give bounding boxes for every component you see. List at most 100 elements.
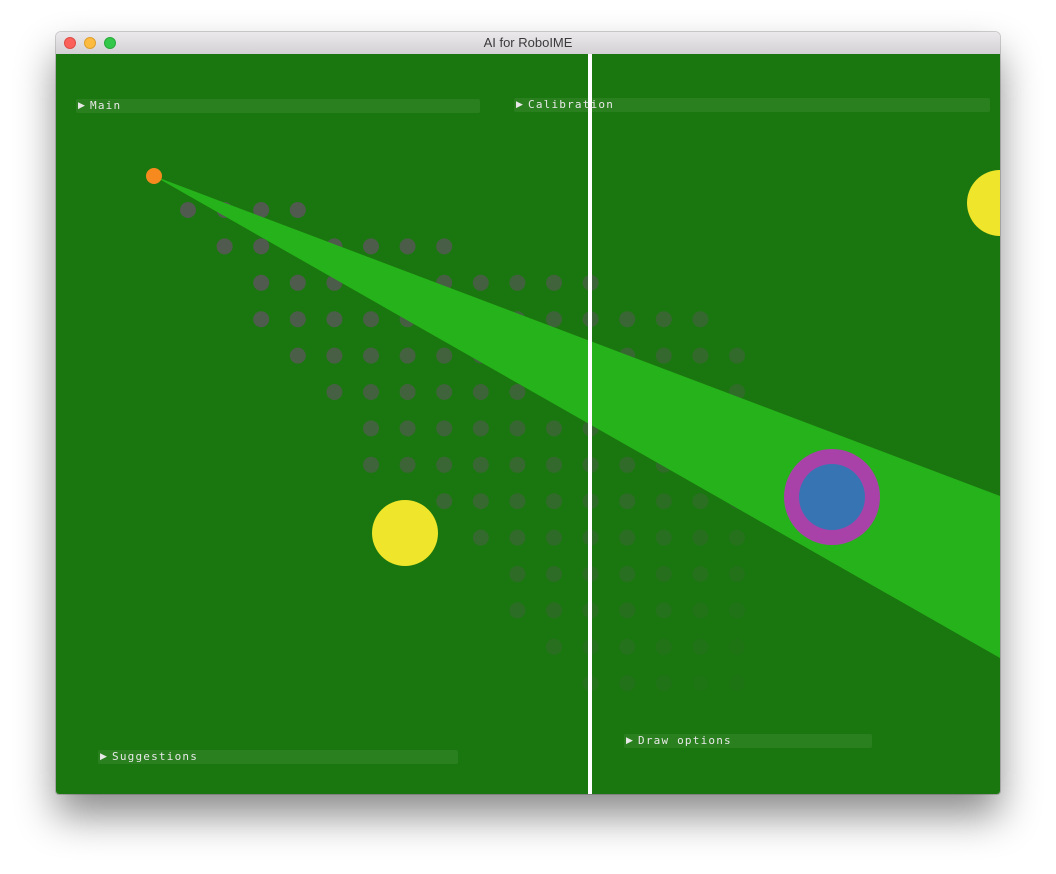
suggestion-grid-dot: [363, 420, 379, 437]
suggestion-grid-dot: [692, 311, 709, 328]
suggestion-grid-dot: [253, 238, 270, 255]
suggestion-grid-dot: [509, 493, 526, 510]
suggestion-grid-dot: [729, 675, 745, 692]
draw-options-panel-label: Draw options: [638, 734, 732, 747]
suggestion-grid-dot: [619, 311, 636, 328]
yellow-robot[interactable]: [372, 500, 438, 566]
suggestion-grid-dot: [326, 347, 343, 364]
suggestion-grid-dot: [692, 638, 709, 655]
suggestion-grid-dot: [655, 529, 672, 546]
suggestion-grid-dot: [472, 529, 489, 546]
suggestion-grid-dot: [436, 347, 453, 364]
suggestion-grid-dot: [619, 602, 636, 619]
suggestion-grid-dot: [655, 566, 672, 582]
suggestion-grid-dot: [655, 675, 672, 692]
suggestion-grid-dot: [253, 274, 270, 291]
suggestion-grid-dot: [472, 456, 489, 473]
suggestion-grid-dot: [655, 602, 672, 619]
suggestion-grid-dot: [436, 456, 453, 473]
suggestion-grid-dot: [399, 420, 416, 437]
suggestion-grid-dot: [546, 493, 562, 510]
suggestion-grid-dot: [289, 311, 306, 328]
suggestion-grid-dot: [655, 311, 672, 328]
suggestion-grid-dot: [729, 529, 745, 546]
suggestion-grid-dot: [180, 202, 196, 218]
suggestion-grid-dot: [692, 493, 709, 510]
main-panel-header[interactable]: ▶ Main: [76, 99, 480, 113]
suggestion-grid-dot: [436, 384, 453, 400]
suggestions-panel-header[interactable]: ▶ Suggestions: [98, 750, 458, 764]
suggestion-grid-dot: [619, 493, 636, 510]
field-svg: [56, 54, 1000, 794]
suggestion-grid-dot: [399, 238, 416, 255]
suggestion-grid-dot: [363, 238, 379, 255]
suggestion-grid-dot: [472, 493, 489, 510]
center-line: [588, 54, 592, 794]
suggestion-grid-dot: [363, 311, 379, 328]
suggestion-grid-dot: [509, 384, 526, 400]
suggestion-grid-dot: [655, 638, 672, 655]
suggestion-grid-dot: [729, 566, 745, 582]
expand-arrow-icon: ▶: [100, 752, 107, 762]
suggestion-grid-dot: [326, 384, 343, 400]
suggestion-grid-dot: [399, 456, 416, 473]
suggestion-grid-dot: [546, 602, 562, 619]
suggestion-grid-dot: [546, 274, 562, 291]
suggestion-grid-dot: [692, 566, 709, 582]
calibration-panel-label: Calibration: [528, 98, 615, 111]
calibration-panel-header[interactable]: ▶ Calibration: [514, 98, 990, 112]
suggestion-grid-dot: [546, 456, 562, 473]
suggestion-grid-dot: [363, 456, 379, 473]
title-bar[interactable]: AI for RoboIME: [56, 32, 1000, 55]
suggestion-grid-dot: [619, 456, 636, 473]
suggestion-grid-dot: [729, 347, 745, 364]
suggestion-grid-dot: [216, 238, 233, 255]
blue-robot[interactable]: [799, 464, 865, 530]
suggestion-grid-dot: [289, 274, 306, 291]
suggestion-grid-dot: [655, 347, 672, 364]
suggestion-grid-dot: [253, 311, 270, 328]
suggestion-grid-dot: [472, 384, 489, 400]
suggestion-grid-dot: [363, 384, 379, 400]
suggestion-grid-dot: [509, 456, 526, 473]
suggestion-grid-dot: [472, 274, 489, 291]
suggestion-grid-dot: [619, 675, 636, 692]
suggestion-grid-dot: [619, 529, 636, 546]
suggestion-grid-dot: [546, 529, 562, 546]
suggestion-grid-dot: [546, 566, 562, 582]
expand-arrow-icon: ▶: [516, 100, 523, 110]
suggestion-grid-dot: [729, 638, 745, 655]
app-window: AI for RoboIME ▶ Main ▶ Calibration ▶ Su…: [56, 32, 1000, 794]
suggestion-grid-dot: [692, 529, 709, 546]
suggestion-grid-dot: [436, 493, 453, 510]
window-title: AI for RoboIME: [483, 35, 573, 50]
suggestion-grid-dot: [509, 420, 526, 437]
suggestion-grid-dot: [509, 529, 526, 546]
suggestion-grid-dot: [655, 493, 672, 510]
suggestion-grid-dot: [692, 602, 709, 619]
suggestion-grid-dot: [546, 420, 562, 437]
suggestion-grid-dot: [729, 602, 745, 619]
suggestion-grid-dot: [289, 202, 306, 218]
suggestion-grid-dot: [289, 347, 306, 364]
ball[interactable]: [146, 168, 162, 184]
suggestion-grid-dot: [326, 311, 343, 328]
draw-options-panel-header[interactable]: ▶ Draw options: [624, 734, 872, 748]
suggestion-grid-dot: [692, 347, 709, 364]
suggestion-grid-dot: [363, 347, 379, 364]
suggestion-grid-dot: [436, 238, 453, 255]
suggestion-grid-dot: [436, 420, 453, 437]
suggestion-grid-dot: [509, 602, 526, 619]
expand-arrow-icon: ▶: [626, 736, 633, 746]
suggestion-grid-dot: [472, 420, 489, 437]
suggestion-grid-dot: [619, 566, 636, 582]
suggestion-grid-dot: [399, 384, 416, 400]
field-background: [56, 54, 1000, 794]
suggestion-grid-dot: [619, 638, 636, 655]
suggestion-grid-dot: [692, 675, 709, 692]
suggestion-grid-dot: [546, 311, 562, 328]
game-canvas[interactable]: ▶ Main ▶ Calibration ▶ Suggestions ▶ Dra…: [56, 54, 1000, 794]
suggestion-grid-dot: [509, 274, 526, 291]
expand-arrow-icon: ▶: [78, 101, 85, 111]
suggestion-grid-dot: [546, 638, 562, 655]
